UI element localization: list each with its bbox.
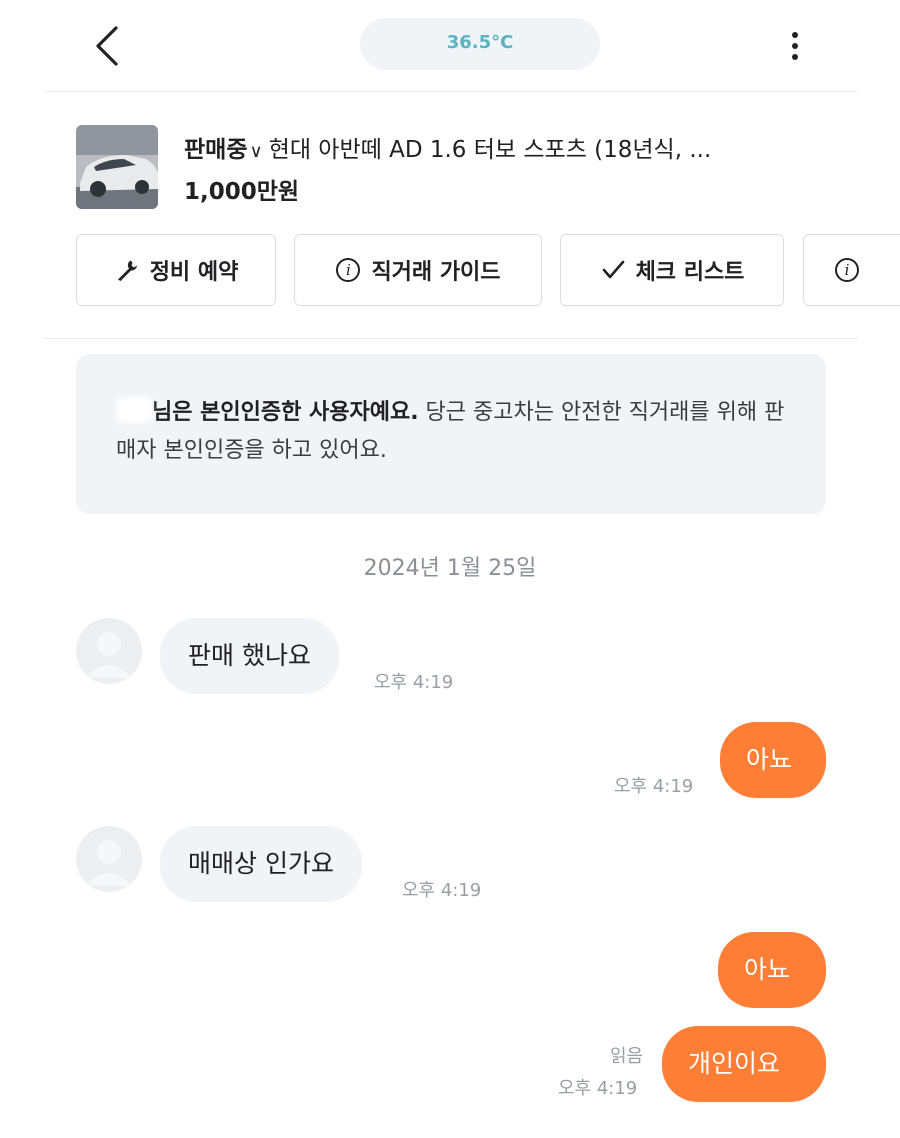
- message-time: 오후 4:19: [558, 1078, 638, 1099]
- section-divider: [44, 338, 858, 339]
- info-icon: i: [834, 257, 860, 283]
- product-thumbnail[interactable]: [76, 125, 158, 209]
- message-bubble-incoming[interactable]: 판매 했나요: [160, 618, 339, 694]
- message-bubble-outgoing[interactable]: 개인이요: [662, 1026, 826, 1102]
- manner-temperature: 36.5°C: [446, 32, 514, 53]
- product-price: 1,000만원: [184, 179, 300, 205]
- date-separator: 2024년 1월 25일: [363, 556, 537, 581]
- button-label: 직거래 가이드: [371, 260, 501, 285]
- product-title-line: 판매중 ∨ 현대 아반떼 AD 1.6 터보 스포츠 (18년식, ...: [184, 130, 711, 164]
- button-label: 정비 예약: [149, 260, 239, 285]
- read-receipt: 읽음: [610, 1046, 644, 1067]
- chat-header: 36.5°C: [0, 0, 900, 92]
- chevron-down-icon[interactable]: ∨: [249, 141, 262, 162]
- chevron-left-icon: [96, 26, 118, 66]
- message-bubble-incoming[interactable]: 매매상 인가요: [160, 826, 362, 902]
- wrench-icon: [114, 257, 140, 283]
- back-button[interactable]: [88, 22, 128, 70]
- direct-trade-guide-button[interactable]: i 직거래 가이드: [294, 234, 542, 306]
- avatar[interactable]: [76, 826, 142, 892]
- message-time: 오후 4:19: [374, 672, 454, 693]
- verification-notice: 님은 본인인증한 사용자예요. 당근 중고차는 안전한 직거래를 위해 판매자 …: [76, 354, 826, 514]
- product-summary[interactable]: 판매중 ∨ 현대 아반떼 AD 1.6 터보 스포츠 (18년식, ... 1,00…: [0, 92, 900, 222]
- message-bubble-outgoing[interactable]: 아뇨: [718, 932, 826, 1008]
- avatar[interactable]: [76, 618, 142, 684]
- maintenance-booking-button[interactable]: 정비 예약: [76, 234, 276, 306]
- check-icon: [600, 257, 626, 283]
- blurred-username: [116, 397, 152, 423]
- checklist-button[interactable]: 체크 리스트: [560, 234, 784, 306]
- more-options-button[interactable]: [780, 24, 810, 68]
- message-time: 오후 4:19: [402, 880, 482, 901]
- info-icon: i: [335, 257, 361, 283]
- manner-temperature-badge: 36.5°C: [360, 18, 600, 70]
- product-title: 현대 아반떼 AD 1.6 터보 스포츠 (18년식, ...: [268, 137, 712, 163]
- message-bubble-outgoing[interactable]: 아뇨: [720, 722, 826, 798]
- sale-status-dropdown[interactable]: 판매중: [184, 137, 247, 163]
- action-buttons: 정비 예약 i 직거래 가이드 체크 리스트 i: [0, 232, 900, 308]
- button-label: 체크 리스트: [635, 260, 745, 285]
- message-time: 오후 4:19: [614, 776, 694, 797]
- notice-text: 님은 본인인증한 사용자예요. 당근 중고차는 안전한 직거래를 위해 판매자 …: [116, 394, 796, 470]
- more-action-button[interactable]: i: [803, 234, 900, 306]
